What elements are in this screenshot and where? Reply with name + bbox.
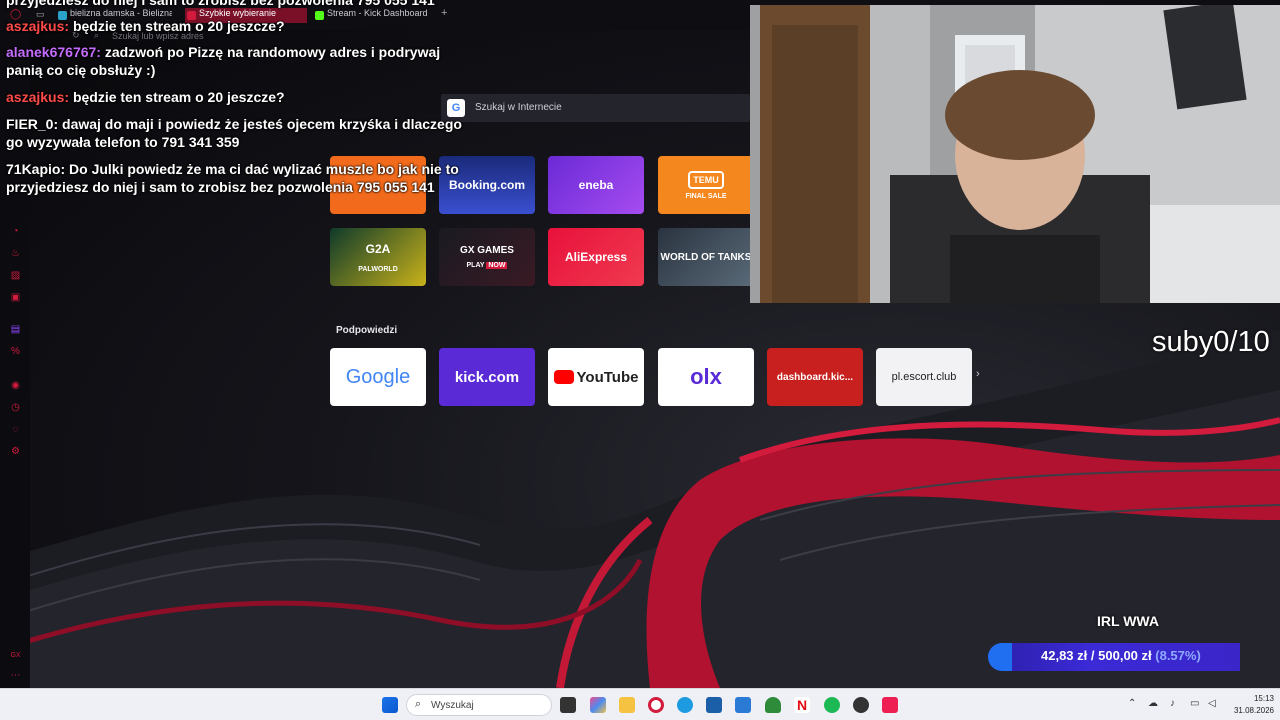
more-sidebar-icon[interactable]: ⋯ — [10, 670, 21, 681]
suggestion-kick[interactable]: kick.com — [439, 348, 535, 406]
suggestion-dashboard-kick[interactable]: dashboard.kic... — [767, 348, 863, 406]
task-view-icon[interactable] — [560, 697, 576, 713]
history-sidebar-icon[interactable]: ◷ — [10, 402, 21, 413]
player-sidebar-icon[interactable]: ◉ — [10, 380, 21, 391]
copilot-icon[interactable] — [590, 697, 606, 713]
shield-icon[interactable] — [765, 697, 781, 713]
chat-message: aszajkus: będzie ten stream o 20 jeszcze… — [6, 18, 285, 34]
suggestion-escort-club[interactable]: pl.escort.club — [876, 348, 972, 406]
settings-sidebar-icon[interactable]: ⚙ — [10, 446, 21, 457]
chevron-up-icon[interactable]: ⌃ — [1128, 698, 1136, 709]
suggestion-youtube[interactable]: YouTube — [548, 348, 644, 406]
chat-message: alanek676767: zadzwoń po Pizzę na random… — [6, 44, 441, 78]
volume-icon[interactable]: ◁ — [1208, 698, 1216, 709]
network-icon[interactable]: ▭ — [1190, 698, 1199, 709]
donation-goal-title: IRL WWA — [1097, 613, 1159, 629]
chat-message: FIER_0: dawaj do maji i powiedz że jeste… — [6, 116, 462, 150]
dial-tile-temu[interactable]: TEMU FINAL SALE — [658, 156, 754, 214]
gx-sidebar-icon[interactable]: GX — [10, 650, 21, 661]
suggestion-olx[interactable]: olx — [658, 348, 754, 406]
dial-tile-eneba[interactable]: eneba — [548, 156, 644, 214]
windows-start-icon[interactable] — [382, 697, 398, 713]
subscriber-goal-counter: suby0/10 — [1152, 326, 1270, 358]
suggestions-heading: Podpowiedzi — [336, 325, 398, 336]
chat-message: przyjedziesz do niej i sam to zrobisz be… — [6, 0, 435, 8]
webcam-image — [750, 5, 1280, 303]
opera-gx-taskbar-icon[interactable] — [648, 697, 664, 713]
obs-icon[interactable] — [853, 697, 869, 713]
chat-message: 71Kapio: Do Julki powiedz że ma ci dać w… — [6, 161, 459, 195]
suggestion-google[interactable]: Google — [330, 348, 426, 406]
file-explorer-icon[interactable] — [619, 697, 635, 713]
donation-goal-amount: 42,83 zł / 500,00 zł (8.57%) — [1041, 648, 1201, 663]
dial-tile-g2a[interactable]: G2A PALWORLD — [330, 228, 426, 286]
store-icon[interactable] — [706, 697, 722, 713]
dial-tile-gx-games[interactable]: GX GAMES PLAY NOW — [439, 228, 535, 286]
percent-sidebar-icon[interactable]: % — [10, 346, 21, 357]
web-search-box[interactable]: G Szukaj w Internecie — [441, 94, 750, 122]
donation-goal-fill — [988, 643, 1012, 671]
chat-message: aszajkus: będzie ten stream o 20 jeszcze… — [6, 89, 285, 105]
dial-tile-world-of-tanks[interactable]: WORLD OF TANKS — [658, 228, 754, 286]
tiktok-icon[interactable] — [882, 697, 898, 713]
twitch-sidebar-icon[interactable]: ▤ — [10, 324, 21, 335]
weather-icon[interactable]: ☁ — [1148, 698, 1158, 709]
edge-icon[interactable] — [677, 697, 693, 713]
speed-dial-sidebar-icon[interactable]: ◔ — [10, 226, 21, 237]
mail-sidebar-icon[interactable]: ▣ — [10, 292, 21, 303]
taskbar-clock[interactable]: 15:13 31.08.2026 — [1226, 693, 1274, 717]
outlook-icon[interactable] — [735, 697, 751, 713]
youtube-play-icon — [553, 370, 574, 384]
windows-taskbar: ⌕ Wyszukaj N ⌃ ☁ ♪ ▭ ◁ 15:13 31.08.2026 — [0, 688, 1280, 720]
chat-sidebar-icon[interactable]: ◌ — [10, 424, 21, 435]
dial-tile-aliexpress[interactable]: AliExpress — [548, 228, 644, 286]
webcam-feed — [750, 5, 1280, 303]
spotify-icon[interactable] — [824, 697, 840, 713]
taskbar-search[interactable]: ⌕ Wyszukaj — [406, 694, 552, 716]
bag-sidebar-icon[interactable]: ♨ — [10, 248, 21, 259]
chevron-right-icon[interactable]: › — [976, 368, 980, 380]
netflix-icon[interactable]: N — [794, 697, 810, 713]
wallet-sidebar-icon[interactable]: ▨ — [10, 270, 21, 281]
search-icon: ⌕ — [415, 698, 422, 710]
microphone-icon[interactable]: ♪ — [1170, 698, 1175, 709]
